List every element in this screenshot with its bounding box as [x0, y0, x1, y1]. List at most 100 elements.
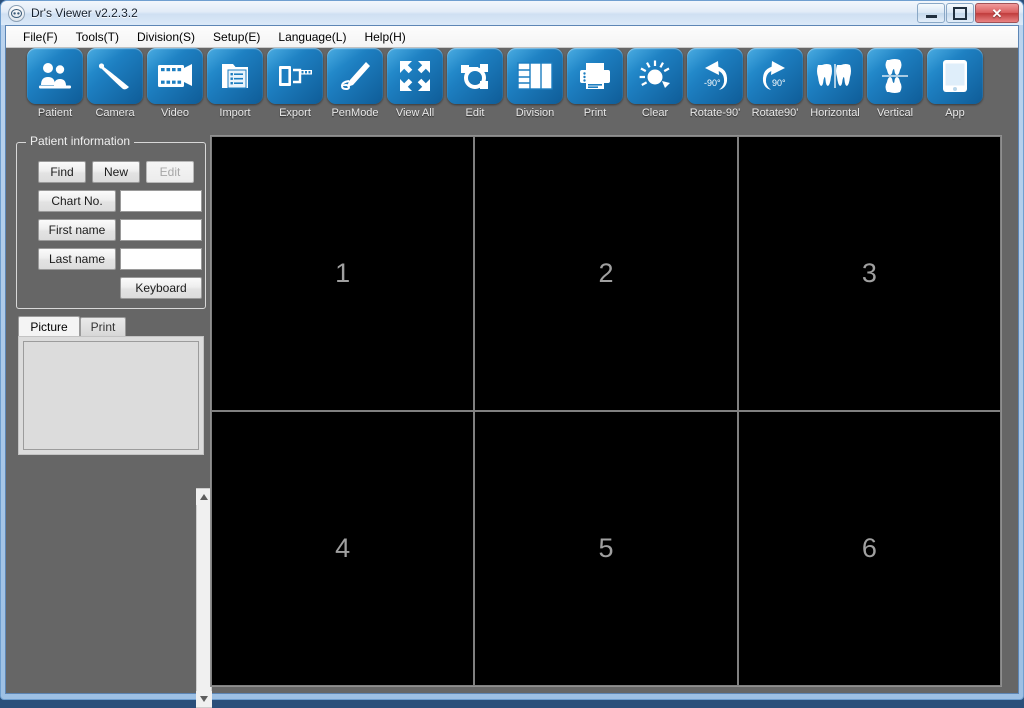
svg-text:-90°: -90°: [704, 78, 721, 88]
first-name-input[interactable]: [120, 219, 202, 241]
toolbar-label-export: Export: [279, 107, 311, 119]
find-button[interactable]: Find: [38, 161, 86, 183]
caption-buttons: ✕: [916, 3, 1019, 23]
chart-no-row: Chart No.: [38, 190, 202, 212]
patient-icon: [27, 48, 83, 104]
keyboard-button[interactable]: Keyboard: [120, 277, 202, 299]
toolbar-button-clear[interactable]: Clear: [627, 48, 683, 119]
toolbar-button-edit[interactable]: Edit: [447, 48, 503, 119]
printer-icon: [567, 48, 623, 104]
toolbar-label-print: Print: [583, 107, 607, 119]
rotate-left-icon: -90°: [687, 48, 743, 104]
toolbar-label-clear: Clear: [641, 107, 669, 119]
pen-icon: [327, 48, 383, 104]
chart-no-input[interactable]: [120, 190, 202, 212]
edit-nodes-icon: [447, 48, 503, 104]
toolbar: Patient Camera Video Import Export PenMo…: [6, 48, 1018, 129]
toolbar-label-patient: Patient: [37, 107, 73, 119]
chart-no-label-button[interactable]: Chart No.: [38, 190, 116, 212]
thumbnail-list-panel[interactable]: [18, 336, 204, 455]
toolbar-button-penmode[interactable]: PenMode: [327, 48, 383, 119]
maximize-icon: [953, 6, 967, 20]
toolbar-label-division: Division: [515, 107, 555, 119]
grid-division-icon: [507, 48, 563, 104]
viewer-cell-2[interactable]: 2: [475, 137, 737, 410]
menu-bar: File(F) Tools(T) Division(S) Setup(E) La…: [6, 26, 1018, 48]
toolbar-button-app[interactable]: App: [927, 48, 983, 119]
toolbar-label-rotate-right: Rotate90': [751, 107, 799, 119]
window-title: Dr's Viewer v2.2.3.2: [31, 6, 138, 20]
menu-item-setup[interactable]: Setup(E): [204, 28, 269, 46]
toolbar-label-import: Import: [219, 107, 251, 119]
new-button[interactable]: New: [92, 161, 140, 183]
image-viewer-grid: 1 2 3 4 5 6: [210, 135, 1002, 687]
first-name-row: First name: [38, 219, 202, 241]
last-name-row: Last name: [38, 248, 202, 270]
toolbar-label-video: Video: [161, 107, 189, 119]
menu-item-language[interactable]: Language(L): [269, 28, 355, 46]
toolbar-button-patient[interactable]: Patient: [27, 48, 83, 119]
viewer-cell-3[interactable]: 3: [738, 137, 1000, 410]
title-bar: Dr's Viewer v2.2.3.2 ✕: [1, 1, 1023, 25]
keyboard-row: Keyboard: [120, 277, 202, 299]
edit-button: Edit: [146, 161, 194, 183]
toolbar-button-camera[interactable]: Camera: [87, 48, 143, 119]
toolbar-label-camera: Camera: [95, 107, 135, 119]
toolbar-label-vertical: Vertical: [876, 107, 914, 119]
flip-vertical-teeth-icon: [867, 48, 923, 104]
patient-information-title: Patient information: [26, 134, 135, 148]
picture-print-tabstrip: Picture Print: [18, 316, 204, 336]
toolbar-button-vertical[interactable]: Vertical: [867, 48, 923, 119]
tab-print[interactable]: Print: [80, 317, 126, 336]
tablet-app-icon: [927, 48, 983, 104]
toolbar-button-video[interactable]: Video: [147, 48, 203, 119]
application-window: Dr's Viewer v2.2.3.2 ✕ File(F) Tools(T) …: [0, 0, 1024, 708]
toolbar-label-rotate-left: Rotate-90': [689, 107, 741, 119]
viewer-cell-4[interactable]: 4: [212, 412, 474, 685]
toolbar-label-edit: Edit: [465, 107, 485, 119]
patient-action-row: Find New Edit: [38, 161, 194, 183]
thumbnail-list-area[interactable]: [23, 341, 199, 450]
flip-horizontal-teeth-icon: [807, 48, 863, 104]
expand-arrows-icon: [387, 48, 443, 104]
viewer-cell-6[interactable]: 6: [738, 412, 1000, 685]
toolbar-button-horizontal[interactable]: Horizontal: [807, 48, 863, 119]
toolbar-label-horizontal: Horizontal: [810, 107, 860, 119]
toolbar-label-app: App: [945, 107, 965, 119]
viewer-cell-1[interactable]: 1: [212, 137, 474, 410]
rotate-right-icon: 90°: [747, 48, 803, 104]
toolbar-label-viewall: View All: [395, 107, 435, 119]
left-panel: Patient information Find New Edit Chart …: [16, 134, 212, 708]
camera-probe-icon: [87, 48, 143, 104]
viewer-cell-5[interactable]: 5: [475, 412, 737, 685]
window-body: File(F) Tools(T) Division(S) Setup(E) La…: [5, 25, 1019, 708]
toolbar-button-import[interactable]: Import: [207, 48, 263, 119]
export-film-icon: [267, 48, 323, 104]
tab-picture[interactable]: Picture: [18, 316, 80, 336]
toolbar-label-penmode: PenMode: [331, 107, 379, 119]
toolbar-button-division[interactable]: Division: [507, 48, 563, 119]
menu-item-tools[interactable]: Tools(T): [67, 28, 128, 46]
maximize-button[interactable]: [946, 3, 974, 23]
import-folder-icon: [207, 48, 263, 104]
close-icon: ✕: [991, 5, 1003, 21]
toolbar-button-print[interactable]: Print: [567, 48, 623, 119]
minimize-icon: [925, 14, 937, 18]
close-button[interactable]: ✕: [975, 3, 1019, 23]
menu-item-file[interactable]: File(F): [14, 28, 67, 46]
app-logo-icon: [8, 4, 25, 22]
toolbar-button-rotate-right[interactable]: 90° Rotate90': [747, 48, 803, 119]
clear-dial-icon: [627, 48, 683, 104]
toolbar-button-viewall[interactable]: View All: [387, 48, 443, 119]
menu-item-division[interactable]: Division(S): [128, 28, 204, 46]
svg-text:90°: 90°: [772, 78, 786, 88]
last-name-input[interactable]: [120, 248, 202, 270]
toolbar-button-export[interactable]: Export: [267, 48, 323, 119]
menu-item-help[interactable]: Help(H): [355, 28, 414, 46]
video-film-icon: [147, 48, 203, 104]
scroll-down-arrow-icon[interactable]: [196, 691, 212, 707]
minimize-button[interactable]: [917, 3, 945, 23]
toolbar-button-rotate-left[interactable]: -90° Rotate-90': [687, 48, 743, 119]
first-name-label-button[interactable]: First name: [38, 219, 116, 241]
last-name-label-button[interactable]: Last name: [38, 248, 116, 270]
